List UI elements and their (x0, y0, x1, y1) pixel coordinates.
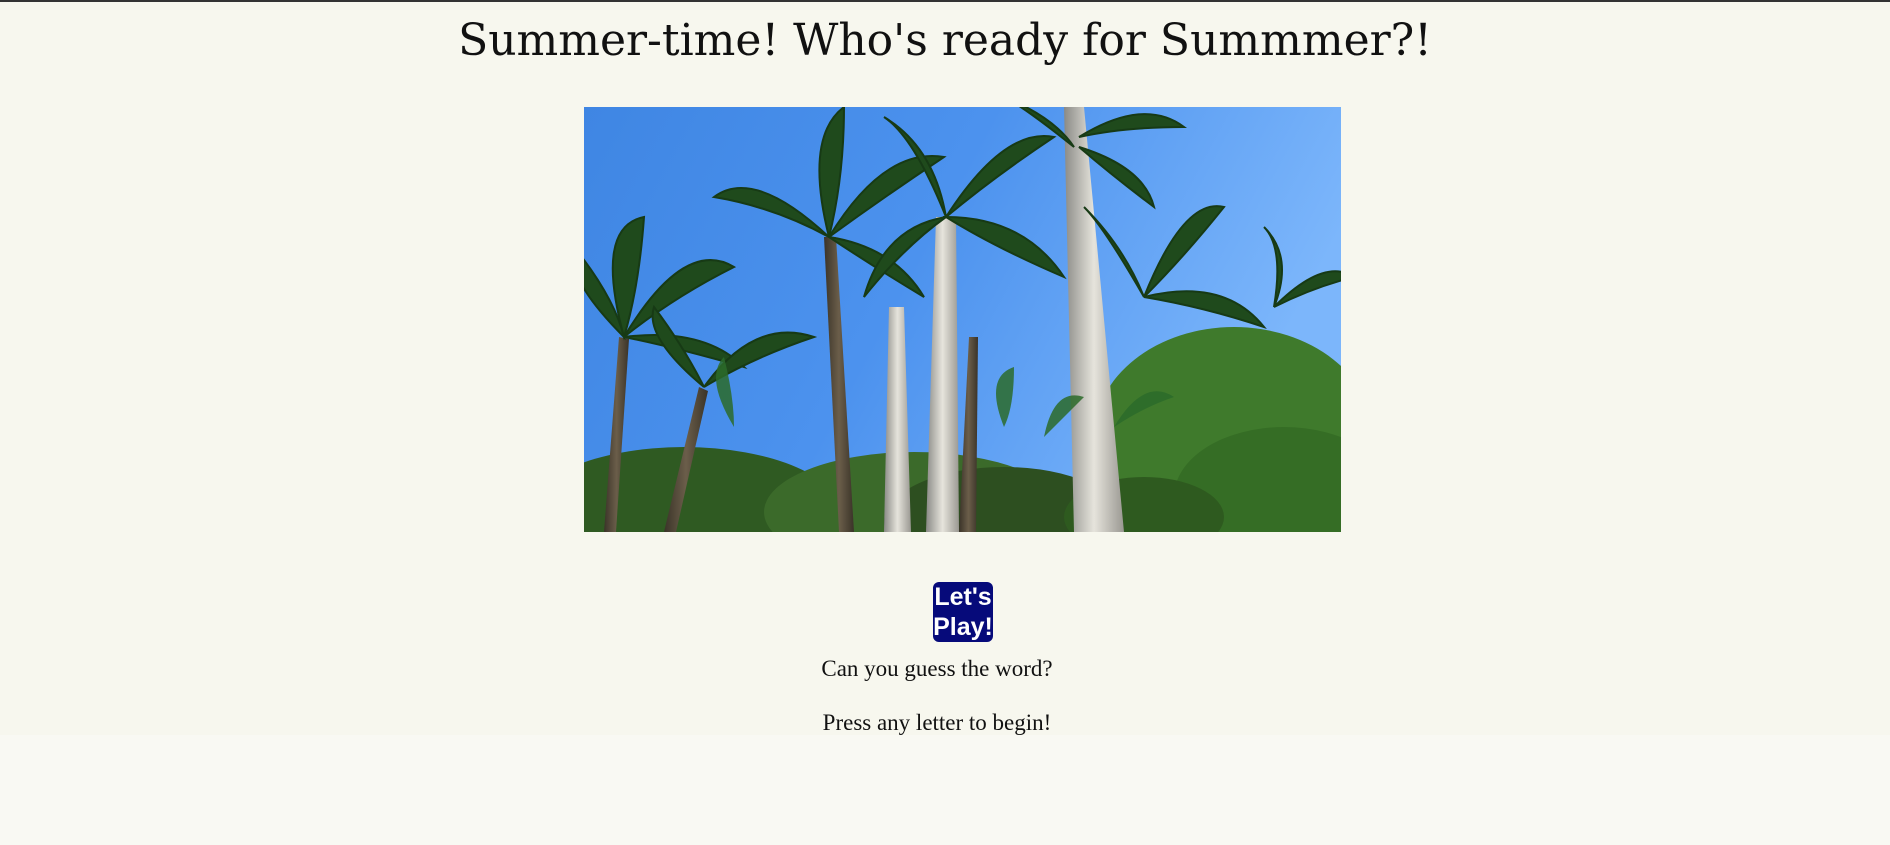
page-title: Summer-time! Who's ready for Summmer?! (458, 15, 1432, 66)
play-button-line2: Play! (933, 613, 993, 641)
guess-question: Can you guess the word? (821, 656, 1053, 681)
palm-trees-image (584, 107, 1341, 532)
play-button-line1: Let's (934, 583, 992, 611)
start-hint: Press any letter to begin! (822, 710, 1052, 735)
lets-play-button[interactable]: Let's Play! (933, 582, 993, 642)
